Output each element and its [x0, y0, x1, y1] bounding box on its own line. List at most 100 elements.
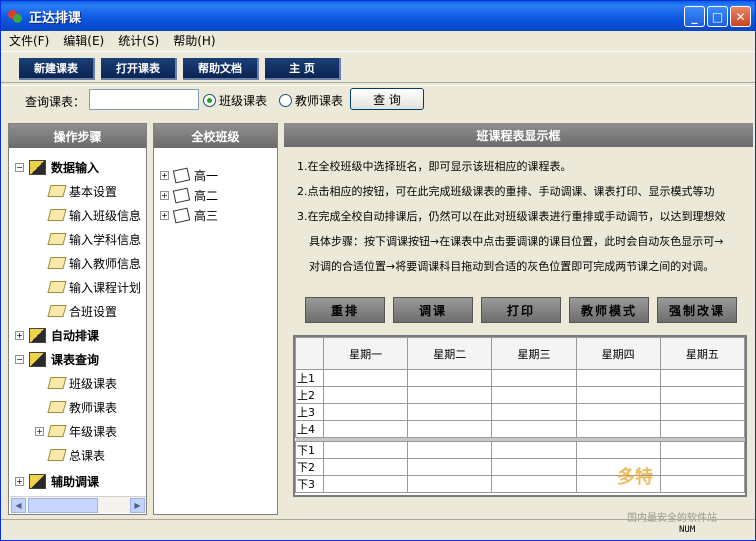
timetable-cell[interactable] [322, 403, 409, 421]
timetable-cell[interactable] [491, 441, 577, 459]
close-button[interactable]: ✕ [730, 6, 751, 27]
day-header: 星期二 [407, 337, 493, 370]
timetable-cell[interactable] [575, 369, 661, 387]
tree-item[interactable]: 总课表 [47, 444, 105, 466]
timetable-cell[interactable] [322, 369, 409, 387]
collapse-icon[interactable]: − [15, 162, 24, 172]
timetable-cell[interactable] [407, 386, 493, 404]
timetable-cell[interactable] [575, 441, 661, 459]
timetable-cell[interactable] [407, 420, 493, 438]
menu-edit[interactable]: 编辑(E) [63, 32, 104, 49]
classes-panel: 全校班级 + 高一 + 高二 + 高三 [153, 123, 278, 515]
expand-icon[interactable]: + [15, 476, 24, 486]
tree-item[interactable]: 输入课程计划 [47, 276, 141, 298]
tree-category-data-input[interactable]: − 数据输入 [15, 156, 99, 178]
expand-icon[interactable]: + [15, 330, 24, 340]
scroll-thumb[interactable] [28, 498, 98, 513]
timetable-cell[interactable] [491, 369, 577, 387]
class-icon [172, 167, 191, 183]
class-item-grade2[interactable]: + 高二 [160, 184, 218, 206]
collapse-icon[interactable]: − [15, 354, 24, 364]
timetable-cell[interactable] [575, 386, 661, 404]
tree-item[interactable]: 基本设置 [47, 180, 117, 202]
timetable-cell[interactable] [491, 386, 577, 404]
force-change-button[interactable]: 强制改课 [657, 297, 737, 323]
adjust-class-button[interactable]: 调课 [393, 297, 473, 323]
new-schedule-button[interactable]: 新建课表 [19, 58, 95, 80]
timetable-cell[interactable] [322, 475, 409, 493]
timetable-cell[interactable] [322, 458, 409, 476]
menu-file[interactable]: 文件(F) [9, 32, 49, 49]
steps-panel-title: 操作步骤 [9, 124, 146, 148]
timetable-cell[interactable] [491, 475, 577, 493]
folder-icon [47, 305, 67, 317]
tree-category-auto-schedule[interactable]: + 自动排课 [15, 324, 99, 346]
classes-panel-title: 全校班级 [154, 124, 277, 148]
help-doc-button[interactable]: 帮助文档 [183, 58, 259, 80]
teacher-mode-button[interactable]: 教师模式 [569, 297, 649, 323]
class-item-grade3[interactable]: + 高三 [160, 204, 218, 226]
timetable-cell[interactable] [575, 403, 661, 421]
query-button[interactable]: 查 询 [350, 88, 424, 110]
radio-teacher-schedule[interactable]: 教师课表 [279, 92, 343, 109]
folder-icon [47, 281, 67, 293]
timetable-cell[interactable] [491, 420, 577, 438]
print-button[interactable]: 打印 [481, 297, 561, 323]
expand-icon[interactable]: + [160, 190, 169, 200]
timetable-cell[interactable] [491, 458, 577, 476]
timetable-cell[interactable] [659, 386, 746, 404]
maximize-button[interactable]: □ [707, 6, 728, 27]
timetable-cell[interactable] [659, 403, 746, 421]
scroll-right-icon[interactable]: ▶ [130, 498, 145, 513]
rearrange-button[interactable]: 重排 [305, 297, 385, 323]
timetable-cell[interactable] [575, 420, 661, 438]
tree-item[interactable]: 输入教师信息 [47, 252, 142, 274]
home-button[interactable]: 主 页 [265, 58, 341, 80]
search-input[interactable] [89, 89, 199, 110]
expand-icon[interactable]: + [160, 210, 169, 220]
radio-class-schedule[interactable]: 班级课表 [203, 92, 267, 109]
timetable-cell[interactable] [659, 458, 746, 476]
tree-item[interactable]: + 年级课表 [35, 420, 117, 442]
minimize-button[interactable]: _ [684, 6, 705, 27]
expand-icon[interactable]: + [35, 426, 44, 436]
open-schedule-button[interactable]: 打开课表 [101, 58, 177, 80]
radio-dot[interactable] [279, 94, 292, 107]
timetable-cell[interactable] [659, 420, 746, 438]
period-label: 下1 [295, 441, 324, 459]
tree-item[interactable]: 输入学科信息 [47, 228, 141, 250]
timetable-cell[interactable] [407, 475, 493, 493]
timetable-cell[interactable] [407, 403, 493, 421]
tree-item[interactable]: 输入班级信息 [47, 204, 141, 226]
timetable-cell[interactable] [659, 441, 746, 459]
timetable-cell[interactable] [322, 441, 409, 459]
menu-stats[interactable]: 统计(S) [118, 32, 159, 49]
tree-category-schedule-query[interactable]: − 课表查询 [15, 348, 99, 370]
timetable-cell[interactable] [659, 369, 746, 387]
timetable-cell[interactable] [407, 441, 493, 459]
timetable-cell[interactable] [322, 386, 409, 404]
timetable-cell[interactable] [407, 458, 493, 476]
scroll-left-icon[interactable]: ◀ [11, 498, 26, 513]
period-label: 上1 [295, 369, 324, 387]
class-item-grade1[interactable]: + 高一 [160, 164, 218, 186]
radio-dot-selected[interactable] [203, 94, 216, 107]
watermark-logo: 多特 [617, 467, 653, 488]
tree-item[interactable]: 合班设置 [47, 300, 117, 322]
title-bar[interactable]: 正达排课 _ □ ✕ [1, 1, 755, 31]
horizontal-scrollbar[interactable]: ◀ ▶ [10, 496, 146, 513]
pin-icon [47, 425, 67, 437]
timetable-cell[interactable] [659, 475, 746, 493]
table-row: 上2 [295, 386, 746, 404]
menu-help[interactable]: 帮助(H) [173, 32, 215, 49]
tree-item[interactable]: 教师课表 [47, 396, 117, 418]
tree-category-assist-adjust[interactable]: + 辅助调课 [15, 470, 99, 492]
tree-item-label: 输入教师信息 [69, 256, 142, 271]
timetable-cell[interactable] [322, 420, 409, 438]
tree-category-label: 课表查询 [51, 352, 100, 367]
expand-icon[interactable]: + [160, 170, 169, 180]
timetable-cell[interactable] [491, 403, 577, 421]
timetable-cell[interactable] [407, 369, 493, 387]
tree-item[interactable]: 班级课表 [47, 372, 117, 394]
table-row: 上3 [295, 403, 746, 421]
